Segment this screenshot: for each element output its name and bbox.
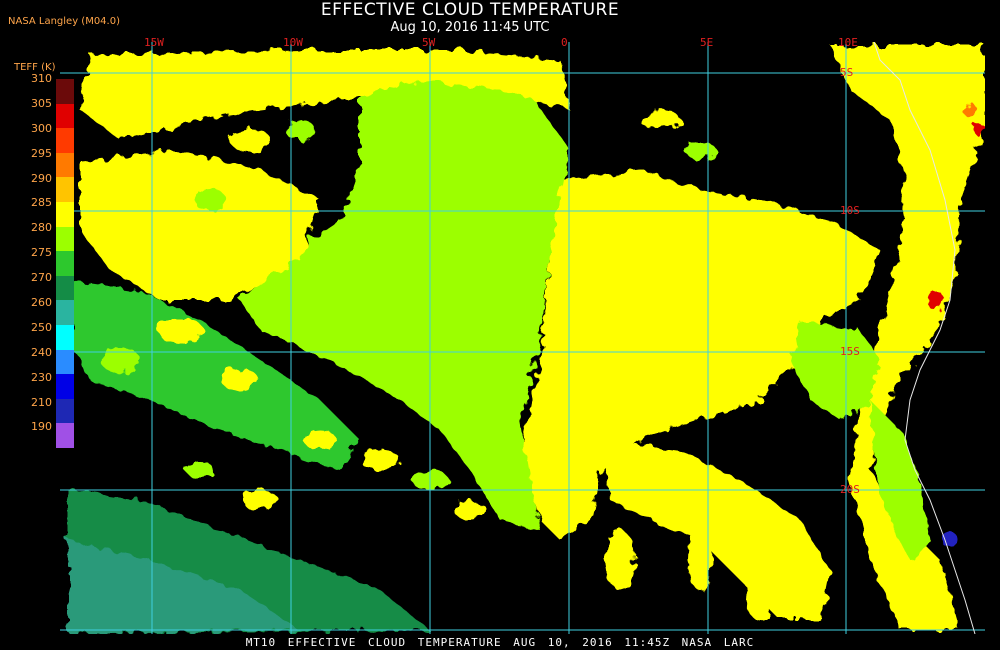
color-scale-label: 290 xyxy=(31,171,52,185)
cloud-patch xyxy=(158,316,202,344)
color-scale-label: 210 xyxy=(31,395,52,409)
footer-caption: MT10 EFFECTIVE CLOUD TEMPERATURE AUG 10,… xyxy=(245,636,755,649)
color-scale-swatch xyxy=(56,177,74,202)
color-scale-label: 190 xyxy=(31,420,52,434)
cloud-patch xyxy=(194,189,226,211)
cloud-patch xyxy=(746,580,774,620)
cloud-patch xyxy=(230,128,270,152)
warm-cloud-spot xyxy=(964,102,976,118)
color-scale-label: 270 xyxy=(31,271,52,285)
cold-cloud-spot xyxy=(942,532,958,548)
cloud-patch xyxy=(640,110,680,130)
color-scale-swatch xyxy=(56,226,74,252)
color-scale-label: 310 xyxy=(31,72,52,85)
color-scale xyxy=(56,79,74,448)
color-scale-swatch xyxy=(56,152,74,178)
longitude-label: 15W xyxy=(144,36,164,49)
color-scale-label: 240 xyxy=(31,345,52,359)
color-scale-swatch xyxy=(56,374,74,399)
color-scale-swatch xyxy=(56,103,74,129)
latitude-label: 20S xyxy=(840,483,860,496)
color-scale-swatch xyxy=(56,423,74,448)
latitude-label: 15S xyxy=(840,345,860,358)
cloud-patch xyxy=(304,430,336,450)
longitude-label: 10E xyxy=(838,36,858,49)
color-scale-swatch xyxy=(56,275,74,301)
cloud-patch xyxy=(242,490,278,510)
color-scale-swatch xyxy=(56,251,74,276)
warm-cloud-spot xyxy=(927,290,943,310)
color-scale-labels: 310 305 300 295 290 285 280 275 270 260 250 240 230 2… xyxy=(20,72,52,445)
color-scale-swatch xyxy=(56,300,74,325)
color-scale-label: 250 xyxy=(31,320,52,334)
cloud-patch xyxy=(285,120,315,140)
color-scale-swatch xyxy=(56,79,74,104)
color-scale-swatch xyxy=(56,324,74,350)
cloud-patch xyxy=(606,530,634,590)
color-scale-label: 300 xyxy=(31,121,52,135)
color-scale-label: 230 xyxy=(31,370,52,384)
color-scale-label: 295 xyxy=(31,146,52,160)
cloud-patch xyxy=(146,230,174,250)
color-scale-swatch xyxy=(56,398,74,424)
color-scale-label: 260 xyxy=(31,296,52,310)
latitude-label: 5S xyxy=(840,66,854,79)
map-title: EFFECTIVE CLOUD TEMPERATURE xyxy=(320,0,620,20)
color-scale-swatch xyxy=(56,201,74,227)
color-scale-label: 305 xyxy=(31,96,52,110)
color-scale-swatch xyxy=(56,128,74,153)
color-scale-label: 275 xyxy=(31,246,52,260)
longitude-label: 5E xyxy=(700,36,714,49)
longitude-label: 10W xyxy=(283,36,303,49)
color-scale-label: 285 xyxy=(31,196,52,210)
cloud-patch xyxy=(102,188,138,212)
latitude-label: 10S xyxy=(840,204,860,217)
cloud-patch xyxy=(974,124,985,136)
cloud-patch xyxy=(186,462,214,478)
cloud-patch xyxy=(222,368,258,392)
longitude-label: 0 xyxy=(561,36,568,49)
cloud-patch xyxy=(360,450,400,470)
cloud-patch xyxy=(684,142,716,158)
cloud-patch xyxy=(454,500,486,520)
cloud-temperature-map xyxy=(60,42,985,634)
longitude-label: 5W xyxy=(422,36,436,49)
map-subtitle: Aug 10, 2016 11:45 UTC xyxy=(390,20,550,35)
color-scale-label: 280 xyxy=(31,221,52,235)
color-scale-swatch xyxy=(56,349,74,375)
